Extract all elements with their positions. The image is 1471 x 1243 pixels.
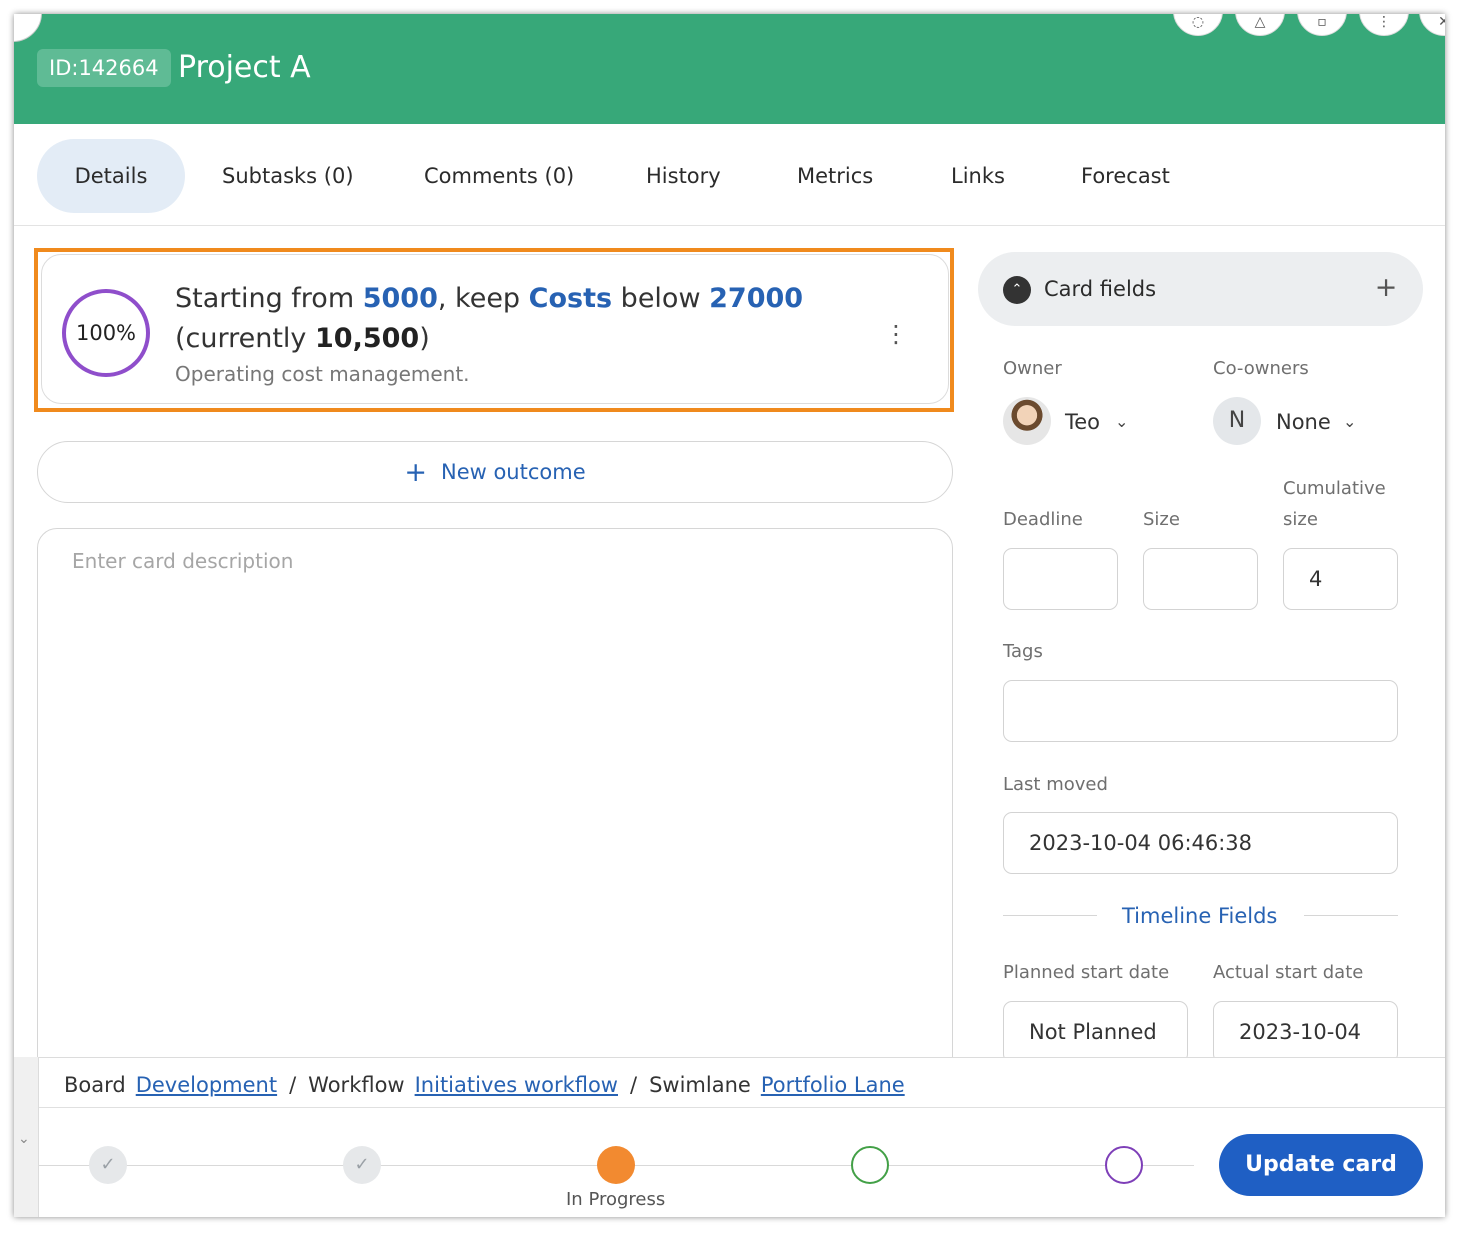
size-input[interactable] <box>1143 548 1258 610</box>
breadcrumb: Board Development / Workflow Initiatives wor… <box>64 1070 905 1100</box>
step-next[interactable] <box>851 1146 889 1184</box>
co-owner-avatar: N <box>1213 397 1261 445</box>
last-moved-field: 2023-10-04 06:46:38 <box>1003 812 1398 874</box>
cumulative-size-value: 4 <box>1309 567 1323 591</box>
new-outcome-label: New outcome <box>440 460 586 484</box>
outcome-text: below <box>612 283 710 314</box>
header-button-4[interactable]: ⋮ <box>1359 14 1409 36</box>
owner-avatar <box>1003 397 1051 445</box>
co-owners-label: Co-owners <box>1213 358 1309 379</box>
tab-metrics[interactable]: Metrics <box>797 139 873 213</box>
header-button-5[interactable]: ✕ <box>1419 14 1445 36</box>
tab-details[interactable]: Details <box>37 139 185 213</box>
outcome-highlight-frame <box>34 248 954 412</box>
chevron-down-icon[interactable]: ⌄ <box>18 1131 30 1147</box>
tags-input[interactable] <box>1003 680 1398 742</box>
tab-history[interactable]: History <box>646 139 721 213</box>
card-dialog: ID:142664 Project A ◌ △ ▫ ⋮ ✕ Details Su… <box>14 14 1445 1217</box>
update-card-button[interactable]: Update card <box>1219 1134 1423 1196</box>
owner-label: Owner <box>1003 358 1062 379</box>
step-current-label: In Progress <box>566 1189 666 1210</box>
divider <box>1003 915 1097 916</box>
breadcrumb-separator: / <box>289 1073 297 1097</box>
tab-bar: Details Subtasks (0) Comments (0) Histor… <box>14 124 1445 226</box>
planned-start-label: Planned start date <box>1003 962 1170 983</box>
tags-label: Tags <box>1003 641 1043 662</box>
tab-links[interactable]: Links <box>951 139 1005 213</box>
outcome-subtitle: Operating cost management. <box>175 362 470 386</box>
card-id-badge: ID:142664 <box>37 49 171 87</box>
kebab-icon[interactable]: ⋮ <box>884 319 908 349</box>
last-moved-label: Last moved <box>1003 774 1108 795</box>
board-icon: ▫ <box>1317 14 1327 30</box>
outcome-title-line2: (currently 10,500) <box>175 319 430 359</box>
outcome-text: Starting from <box>175 283 363 314</box>
actual-start-label: Actual start date <box>1213 962 1364 983</box>
description-box[interactable] <box>37 528 953 1088</box>
add-field-icon[interactable]: + <box>1371 269 1401 307</box>
co-owner-name[interactable]: None <box>1276 407 1331 437</box>
card-header: ID:142664 Project A ◌ △ ▫ ⋮ ✕ <box>14 14 1445 124</box>
last-moved-value: 2023-10-04 06:46:38 <box>1029 831 1253 855</box>
card-fields-header[interactable]: ⌃ Card fields + <box>978 252 1423 326</box>
planned-start-value: Not Planned <box>1029 1020 1157 1044</box>
timeline-fields-title: Timeline Fields <box>1122 904 1278 928</box>
user-icon: △ <box>1254 14 1266 30</box>
close-icon: ✕ <box>1438 14 1445 30</box>
comment-icon: ◌ <box>1191 14 1205 30</box>
breadcrumb-separator: / <box>630 1073 638 1097</box>
outcome-text: , keep <box>437 283 529 314</box>
outcome-metric: Costs <box>528 283 613 314</box>
card-title[interactable]: Project A <box>178 48 311 88</box>
outcome-start-value: 5000 <box>362 283 438 314</box>
outcome-current-value: 10,500 <box>315 323 420 354</box>
step-done-check-icon[interactable]: ✓ <box>343 1146 381 1184</box>
breadcrumb-workflow-link[interactable]: Initiatives workflow <box>415 1073 618 1097</box>
actual-start-input[interactable]: 2023-10-04 <box>1213 1001 1398 1063</box>
chevron-up-icon[interactable]: ⌃ <box>1003 276 1031 304</box>
outcome-title-line1: Starting from 5000, keep Costs below 270… <box>175 279 803 319</box>
tab-forecast[interactable]: Forecast <box>1081 139 1170 213</box>
more-icon: ⋮ <box>1377 14 1391 30</box>
description-input[interactable] <box>72 549 912 589</box>
outcome-target-value: 27000 <box>709 283 804 314</box>
outcome-text: ) <box>419 323 430 354</box>
header-button-2[interactable]: △ <box>1235 14 1285 36</box>
size-label: Size <box>1143 509 1180 530</box>
planned-start-input[interactable]: Not Planned <box>1003 1001 1188 1063</box>
breadcrumb-board-label: Board <box>64 1073 126 1097</box>
chevron-down-icon[interactable]: ⌄ <box>1115 407 1128 437</box>
plus-icon: + <box>404 457 427 488</box>
step-done-check-icon[interactable]: ✓ <box>89 1146 127 1184</box>
owner-name[interactable]: Teo <box>1065 407 1100 437</box>
cumulative-size-label-2: size <box>1283 509 1318 530</box>
outcome-text: (currently <box>175 323 315 354</box>
new-outcome-button[interactable]: + New outcome <box>37 441 953 503</box>
breadcrumb-swimlane-label: Swimlane <box>649 1073 751 1097</box>
header-button-3[interactable]: ▫ <box>1297 14 1347 36</box>
tab-subtasks[interactable]: Subtasks (0) <box>222 139 354 213</box>
chevron-down-icon[interactable]: ⌄ <box>1343 407 1356 437</box>
deadline-input[interactable] <box>1003 548 1118 610</box>
step-final[interactable] <box>1105 1146 1143 1184</box>
actual-start-value: 2023-10-04 <box>1239 1020 1362 1044</box>
cumulative-size-input[interactable]: 4 <box>1283 548 1398 610</box>
breadcrumb-workflow-label: Workflow <box>308 1073 405 1097</box>
header-button-1[interactable]: ◌ <box>1173 14 1223 36</box>
outcome-progress-ring: 100% <box>62 289 150 377</box>
step-current[interactable] <box>597 1146 635 1184</box>
tab-comments[interactable]: Comments (0) <box>424 139 574 213</box>
back-icon[interactable] <box>14 14 42 42</box>
card-fields-label: Card fields <box>1044 277 1157 301</box>
deadline-label: Deadline <box>1003 509 1083 530</box>
cumulative-size-label: Cumulative <box>1283 478 1386 499</box>
breadcrumb-swimlane-link[interactable]: Portfolio Lane <box>761 1073 905 1097</box>
breadcrumb-board-link[interactable]: Development <box>136 1073 277 1097</box>
divider <box>1304 915 1398 916</box>
divider <box>39 1107 1445 1108</box>
